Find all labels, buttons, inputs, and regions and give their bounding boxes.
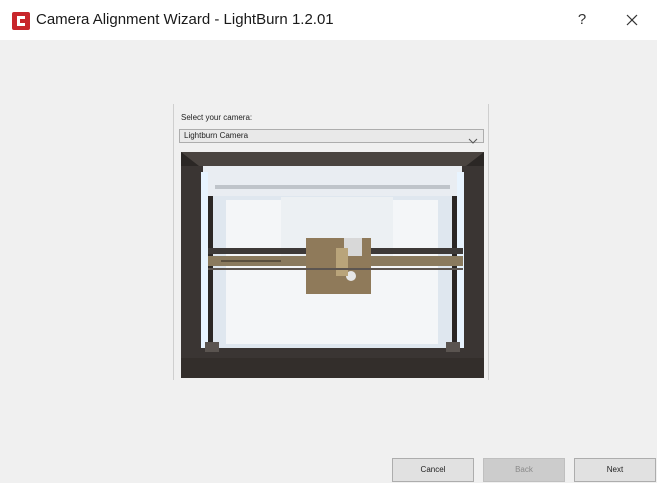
- cancel-button[interactable]: Cancel: [392, 458, 474, 482]
- camera-select-value: Lightburn Camera: [184, 131, 249, 140]
- wizard-window: Camera Alignment Wizard - LightBurn 1.2.…: [0, 0, 657, 483]
- camera-select[interactable]: Lightburn Camera: [179, 129, 484, 144]
- chevron-down-icon: [468, 132, 478, 144]
- back-button[interactable]: Back: [483, 458, 565, 482]
- camera-select-label: Select your camera:: [181, 113, 253, 122]
- close-icon: [626, 14, 638, 26]
- help-button[interactable]: ?: [567, 6, 597, 34]
- title-bar: Camera Alignment Wizard - LightBurn 1.2.…: [0, 0, 657, 40]
- camera-preview: [181, 152, 484, 378]
- close-button[interactable]: [617, 6, 647, 34]
- next-button[interactable]: Next: [574, 458, 656, 482]
- lightburn-logo-icon: [12, 12, 30, 30]
- window-title: Camera Alignment Wizard - LightBurn 1.2.…: [36, 11, 334, 28]
